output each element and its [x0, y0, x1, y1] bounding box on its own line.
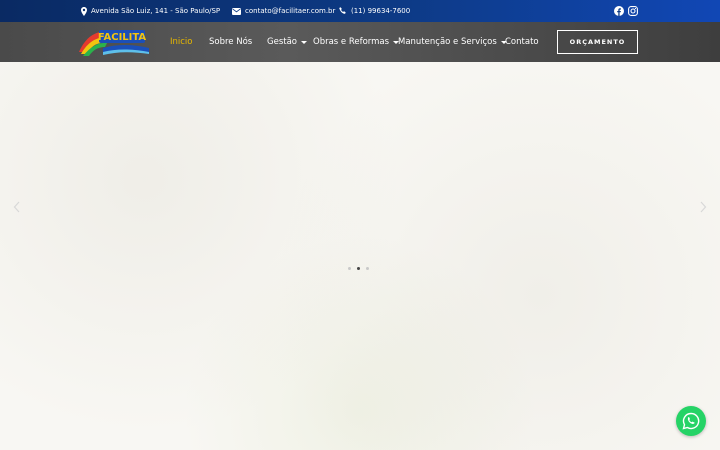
- nav-item-obras-reformas[interactable]: Obras e Reformas: [313, 22, 400, 62]
- nav-item-sobre-nos[interactable]: Sobre Nós: [209, 22, 252, 62]
- facilita-logo[interactable]: FACILITA: [77, 26, 151, 58]
- slider-dot[interactable]: [366, 267, 369, 270]
- nav-item-contato[interactable]: Contato: [505, 22, 539, 62]
- hero-slider: [0, 62, 720, 450]
- slider-prev-arrow-icon[interactable]: [13, 198, 21, 213]
- main-navbar: FACILITA Inicio Sobre Nós Gestão Obras e…: [0, 22, 720, 62]
- top-info-bar: Avenida São Luiz, 141 - São Paulo/SP con…: [0, 0, 720, 22]
- nav-item-label: Sobre Nós: [209, 37, 253, 47]
- slider-pagination: [348, 267, 369, 270]
- nav-item-label: Manutenção e Serviços: [398, 37, 497, 47]
- email-link[interactable]: contato@facilitaer.com.br: [245, 7, 335, 15]
- nav-item-manutencao-servicos[interactable]: Manutenção e Serviços: [398, 22, 507, 62]
- orcamento-button[interactable]: ORÇAMENTO: [557, 30, 638, 54]
- nav-item-label: Inicio: [170, 37, 193, 47]
- whatsapp-icon: [682, 412, 700, 430]
- phone-icon: [339, 7, 347, 15]
- svg-text:FACILITA: FACILITA: [98, 32, 147, 43]
- map-pin-icon: [81, 6, 87, 16]
- nav-item-label: Contato: [505, 37, 539, 47]
- phone-link[interactable]: (11) 99634-7600: [351, 7, 410, 15]
- nav-item-label: Obras e Reformas: [313, 37, 390, 47]
- phone-info[interactable]: (11) 99634-7600: [339, 0, 410, 22]
- facebook-icon[interactable]: [613, 5, 625, 17]
- slider-dot-active[interactable]: [357, 267, 360, 270]
- slider-dot[interactable]: [348, 267, 351, 270]
- instagram-icon[interactable]: [627, 5, 639, 17]
- nav-item-inicio[interactable]: Inicio: [170, 22, 193, 62]
- chevron-down-icon: [301, 40, 307, 44]
- address-text: Avenida São Luiz, 141 - São Paulo/SP: [91, 7, 221, 15]
- address-info: Avenida São Luiz, 141 - São Paulo/SP: [81, 0, 220, 22]
- envelope-icon: [232, 7, 241, 15]
- slider-next-arrow-icon[interactable]: [699, 198, 707, 213]
- nav-item-label: Gestão: [267, 37, 297, 47]
- email-info[interactable]: contato@facilitaer.com.br: [232, 0, 335, 22]
- nav-item-gestao[interactable]: Gestão: [267, 22, 307, 62]
- whatsapp-chat-button[interactable]: [676, 406, 706, 436]
